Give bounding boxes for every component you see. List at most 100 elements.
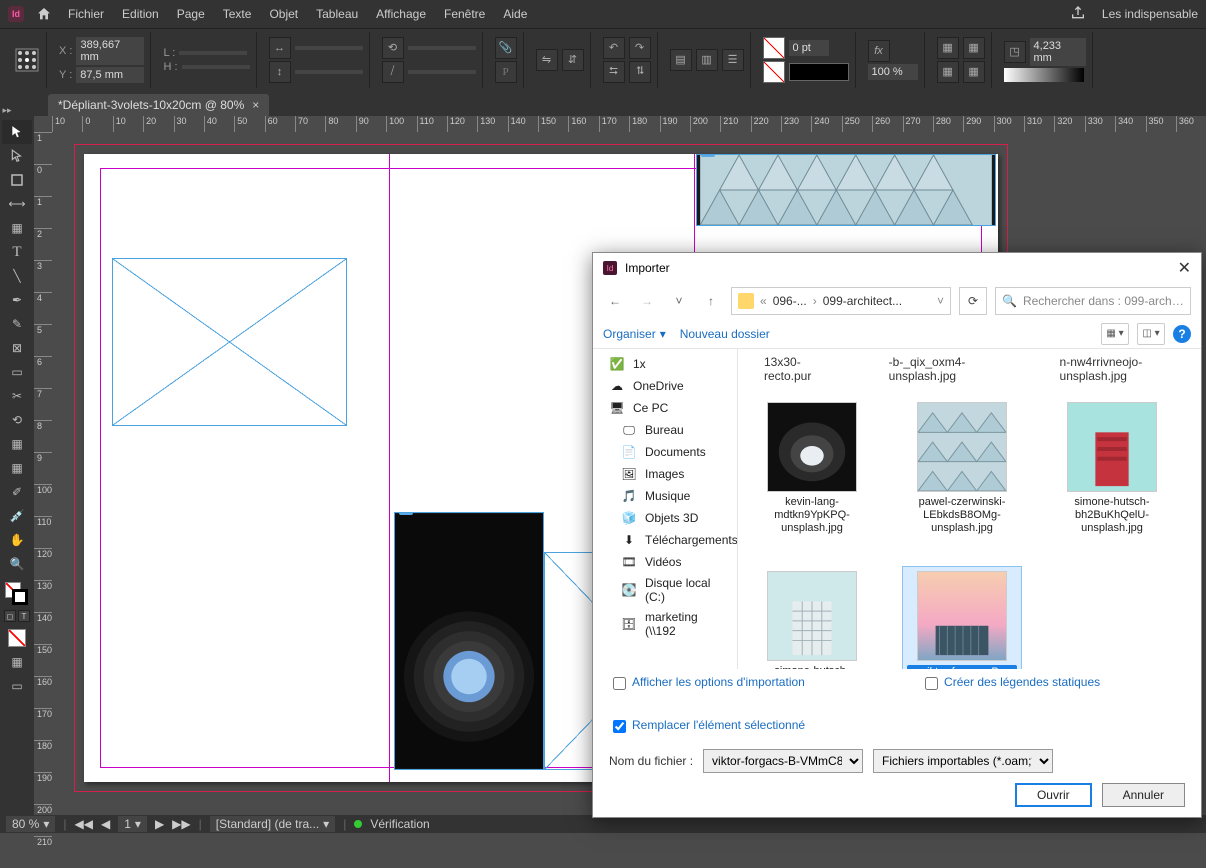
menu-tableau[interactable]: Tableau (316, 7, 358, 21)
share-icon[interactable] (1070, 5, 1086, 24)
menu-affichage[interactable]: Affichage (376, 7, 426, 21)
format-toggle-icon[interactable]: T (18, 610, 30, 622)
tree-item[interactable]: 🧊Objets 3D (593, 507, 737, 529)
page-prev-icon[interactable]: ◀◀ (75, 817, 93, 831)
pen-tool-icon[interactable]: ✒ (2, 288, 32, 312)
tree-item[interactable]: 🎵Musique (593, 485, 737, 507)
file-grid[interactable]: 13x30-recto.pur-b-_qix_oxm4-unsplash.jpg… (738, 349, 1201, 669)
file-item[interactable]: pawel-czerwinski-LEbkdsB8OMg-unsplash.jp… (902, 397, 1022, 540)
align-left-icon[interactable]: ▤ (670, 49, 692, 71)
close-icon[interactable]: × (252, 98, 259, 112)
file-item[interactable]: simone-hutsch-RT4O9jWkZik-unsplash.jpg (752, 566, 872, 669)
file-item[interactable]: viktor-forgacs-B-VMmC8MIMQ-unsplash.jpg (902, 566, 1022, 669)
h-input[interactable] (182, 65, 250, 69)
fx-icon[interactable]: fx (868, 40, 890, 62)
tree-item[interactable]: 🗄marketing (\\192 (593, 607, 737, 641)
page-tool-icon[interactable] (2, 168, 32, 192)
gradient-preview[interactable] (1004, 68, 1084, 82)
ref-point-icon[interactable] (14, 47, 40, 73)
x-input[interactable]: 389,667 mm (76, 37, 144, 65)
wrap4-icon[interactable]: ▦ (963, 61, 985, 83)
page-next1-icon[interactable]: ▶ (155, 817, 164, 831)
refresh-icon[interactable]: ⟳ (959, 287, 987, 315)
menu-aide[interactable]: Aide (503, 7, 527, 21)
expand-panels-icon[interactable]: ▸▸ (0, 104, 14, 116)
align-dist-icon[interactable]: ☰ (722, 49, 744, 71)
file-item[interactable]: simone-hutsch-bh2BuKhQelU-unsplash.jpg (1052, 397, 1172, 540)
wrap3-icon[interactable]: ▦ (937, 61, 959, 83)
workspace-switcher[interactable]: Les indispensable (1102, 7, 1198, 21)
close-icon[interactable]: ✕ (1178, 258, 1191, 278)
scale-y-icon[interactable]: ↕ (269, 61, 291, 83)
hand-tool-icon[interactable]: ✋ (2, 528, 32, 552)
wrap1-icon[interactable]: ▦ (937, 37, 959, 59)
image-frame-empty[interactable] (112, 258, 347, 426)
wrap2-icon[interactable]: ▦ (963, 37, 985, 59)
preflight-label[interactable]: Vérification (370, 817, 429, 831)
selection-tool-icon[interactable] (2, 120, 32, 144)
organize-button[interactable]: Organiser▾ (603, 327, 666, 341)
direct-select-tool-icon[interactable] (2, 144, 32, 168)
apply-color-icon[interactable] (2, 626, 32, 650)
pencil-tool-icon[interactable]: ✎ (2, 312, 32, 336)
scale-x-icon[interactable]: ↔ (269, 37, 291, 59)
filename-input[interactable]: viktor-forgacs-B-VMmC8MI (703, 749, 863, 773)
stroke-weight[interactable]: 0 pt (789, 40, 829, 56)
master-field[interactable]: [Standard] (de tra... ▾ (210, 816, 335, 832)
home-icon[interactable] (36, 6, 52, 22)
document-tab[interactable]: *Dépliant-3volets-10x20cm @ 80% × (48, 94, 269, 116)
type-tool-icon[interactable]: T (2, 240, 32, 264)
filetype-select[interactable]: Fichiers importables (*.oam;*.ir (873, 749, 1053, 773)
corner-icon[interactable]: ◳ (1004, 41, 1026, 63)
rot90ccw-icon[interactable]: ↶ (603, 37, 625, 59)
tree-item[interactable]: 💽Disque local (C:) (593, 573, 737, 607)
content-collector-icon[interactable]: ▦ (2, 216, 32, 240)
tree-item[interactable]: ☁OneDrive (593, 375, 737, 397)
help-icon[interactable]: ? (1173, 325, 1191, 343)
nav-up-icon[interactable]: ↑ (699, 289, 723, 313)
nav-back-icon[interactable]: ← (603, 289, 627, 313)
line-tool-icon[interactable]: ╲ (2, 264, 32, 288)
note-tool-icon[interactable]: ✐ (2, 480, 32, 504)
flip-v-icon[interactable]: ⇵ (562, 49, 584, 71)
mirror-icon[interactable]: ⮁ (629, 61, 651, 83)
tree-item[interactable]: 🎞Vidéos (593, 551, 737, 573)
tree-item[interactable]: ✅1x (593, 353, 737, 375)
replace-selected-checkbox[interactable]: Remplacer l'élément sélectionné (613, 718, 805, 733)
char-p-icon[interactable]: P (495, 61, 517, 83)
preview-pane-button[interactable]: ◫ ▾ (1137, 323, 1165, 345)
create-captions-checkbox[interactable]: Créer des légendes statiques (925, 675, 1100, 690)
eyedropper-tool-icon[interactable]: 💉 (2, 504, 32, 528)
menu-fichier[interactable]: Fichier (68, 7, 104, 21)
menu-page[interactable]: Page (177, 7, 205, 21)
menu-objet[interactable]: Objet (269, 7, 298, 21)
screen-mode-icon[interactable]: ▭ (2, 674, 32, 698)
open-button[interactable]: Ouvrir (1015, 783, 1092, 807)
file-item[interactable]: kevin-lang-mdtkn9YpKPQ-unsplash.jpg (752, 397, 872, 540)
tree-item[interactable]: 🖥Ce PC (593, 397, 737, 419)
rot90cw-icon[interactable]: ↷ (629, 37, 651, 59)
corner-size[interactable]: 4,233 mm (1030, 38, 1086, 66)
transform-tool-icon[interactable]: ⟲ (2, 408, 32, 432)
show-import-options-checkbox[interactable]: Afficher les options d'importation (613, 675, 805, 690)
tree-item[interactable]: 🖼Images (593, 463, 737, 485)
default-fs-icon[interactable]: ◻ (4, 610, 16, 622)
image-frame-triangles[interactable] (696, 154, 996, 226)
gap-tool-icon[interactable]: ⟷ (2, 192, 32, 216)
w-input[interactable] (179, 51, 247, 55)
rectangle-frame-icon[interactable]: ⊠ (2, 336, 32, 360)
breadcrumb[interactable]: « 096-... › 099-architect... ˅ (731, 287, 951, 315)
cancel-button[interactable]: Annuler (1102, 783, 1185, 807)
menu-fenêtre[interactable]: Fenêtre (444, 7, 485, 21)
nav-recent-icon[interactable]: ˅ (667, 289, 691, 313)
menu-edition[interactable]: Edition (122, 7, 159, 21)
zoom-tool-icon[interactable]: 🔍 (2, 552, 32, 576)
stroke-style[interactable] (789, 63, 849, 81)
menu-texte[interactable]: Texte (223, 7, 252, 21)
page-next-icon[interactable]: ▶▶ (172, 817, 190, 831)
gradient-feather-icon[interactable]: ▦ (2, 456, 32, 480)
tree-item[interactable]: 🖵Bureau (593, 419, 737, 441)
clip-icon[interactable]: 📎 (495, 37, 517, 59)
tree-item[interactable]: ⬇Téléchargements (593, 529, 737, 551)
rotate-icon[interactable]: ⟲ (382, 37, 404, 59)
